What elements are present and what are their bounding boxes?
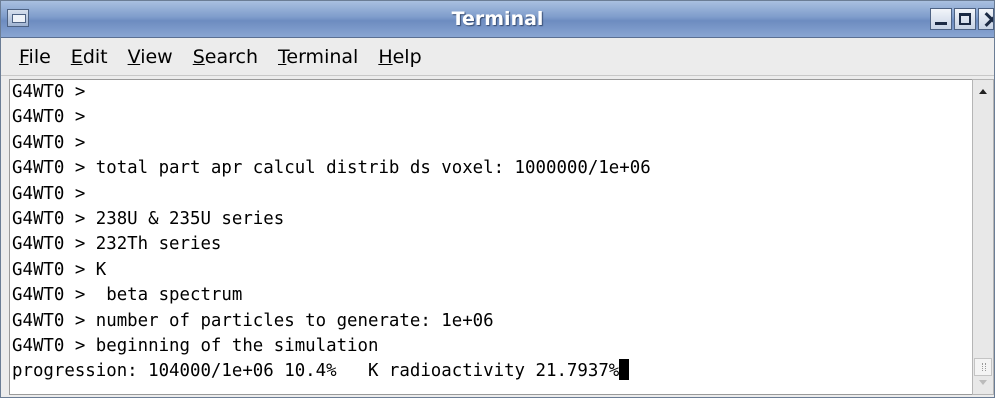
- terminal-line: G4WT0 > 232Th series: [12, 234, 222, 255]
- terminal-line: G4WT0 >: [12, 82, 86, 102]
- terminal-line: G4WT0 > beginning of the simulation: [12, 335, 379, 356]
- menu-view[interactable]: View: [118, 42, 183, 72]
- terminal-line: G4WT0 > number of particles to generate:…: [12, 310, 494, 331]
- window-controls: [930, 8, 994, 30]
- progress-text: progression: 104000/1e+06 10.4% K radioa…: [12, 361, 620, 382]
- menu-file[interactable]: File: [9, 42, 61, 72]
- terminal-line: G4WT0 >: [12, 183, 86, 204]
- menu-bar: File Edit View Search Terminal Help: [1, 38, 994, 76]
- close-icon[interactable]: [978, 8, 994, 30]
- terminal-line: G4WT0 >: [12, 107, 86, 128]
- text-cursor: [619, 359, 630, 381]
- menu-search[interactable]: Search: [183, 42, 268, 72]
- terminal-line: G4WT0 > total part apr calcul distrib ds…: [12, 158, 651, 179]
- vertical-scrollbar[interactable]: [972, 79, 994, 395]
- terminal-line: G4WT0 > 238U & 235U series: [12, 208, 285, 229]
- terminal-line: G4WT0 > beta spectrum: [12, 285, 243, 306]
- terminal-line: G4WT0 > K: [12, 259, 107, 280]
- menu-edit[interactable]: Edit: [61, 42, 118, 72]
- window-title: Terminal: [451, 8, 544, 30]
- terminal-line-current: progression: 104000/1e+06 10.4% K radioa…: [10, 359, 972, 384]
- terminal-output[interactable]: G4WT0 > G4WT0 > G4WT0 > G4WT0 > total pa…: [9, 79, 972, 395]
- scroll-down-arrow-icon[interactable]: [973, 372, 993, 392]
- menu-terminal[interactable]: Terminal: [268, 42, 368, 72]
- terminal-window: Terminal File Edit View Search Terminal …: [0, 0, 995, 398]
- maximize-icon[interactable]: [954, 8, 976, 30]
- terminal-line: G4WT0 >: [12, 132, 86, 153]
- title-bar[interactable]: Terminal: [1, 1, 994, 38]
- menu-help[interactable]: Help: [368, 42, 431, 72]
- scroll-up-arrow-icon[interactable]: [973, 82, 993, 102]
- minimize-icon[interactable]: [930, 8, 952, 30]
